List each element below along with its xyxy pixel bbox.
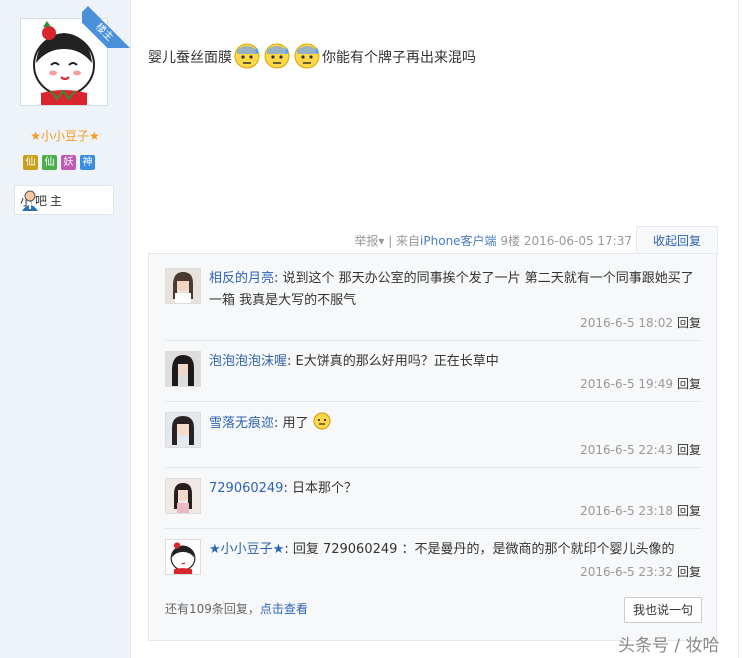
more-replies: 还有109条回复，点击查看 [165,600,308,617]
reply-author[interactable]: 雪落无痕迩 [209,416,274,431]
reply-time: 2016-6-5 23:32 [580,565,673,579]
reply-text: 说到这个 那天办公室的同事挨个发了一片 第二天就有一个同事跟她买了一箱 我真是大… [209,271,694,308]
sidebar-divider [130,0,131,658]
reply-avatar[interactable] [165,268,201,304]
reply-text: E大饼真的那么好用吗？正在长草中 [295,354,499,369]
source-link[interactable]: iPhone客户端 [420,234,497,248]
reply-item: 729060249: 日本那个？ 2016-6-5 23:18 回复 [165,478,701,524]
reply-time: 2016-6-5 22:43 [580,443,673,457]
reply-button[interactable]: 回复 [677,316,701,330]
badge-row: 仙 仙 妖 神 [23,155,95,170]
reply-button[interactable]: 回复 [677,504,701,518]
reply-time: 2016-6-5 18:02 [580,316,673,330]
more-replies-count: 还有109条回复， [165,602,260,616]
floor-number: 9楼 [500,234,521,248]
post-text-after: 你能有个牌子再出来混吗 [322,50,476,66]
badge-xian-gold[interactable]: 仙 [23,155,38,170]
op-ribbon: 楼主 [82,0,130,48]
badge-yao[interactable]: 妖 [61,155,76,170]
reply-divider [165,467,701,468]
say-something-button[interactable]: 我也说一句 [624,597,702,623]
reply-text: 日本那个？ [291,481,357,496]
badge-shen[interactable]: 神 [80,155,95,170]
reply-button[interactable]: 回复 [677,377,701,391]
reply-text: 回复 729060249 ：不是曼丹的，是微商的那个就印个婴儿头像的 [292,542,675,557]
reply-avatar[interactable] [165,478,201,514]
reply-time: 2016-6-5 19:49 [580,377,673,391]
reply-item: 泡泡泡泡沫喔: E大饼真的那么好用吗？正在长草中 2016-6-5 19:49 回… [165,351,701,397]
author-name[interactable]: ★小小豆子★ [0,127,130,144]
reply-author[interactable]: 729060249 [209,481,283,496]
post-text-before: 婴儿蚕丝面膜 [148,50,232,66]
reply-meta: 2016-6-5 18:02 回复 [580,314,701,331]
op-ribbon-label: 楼主 [82,6,130,48]
sweat-emoji-icon [232,40,262,74]
reply-text-block: 泡泡泡泡沫喔: E大饼真的那么好用吗？正在长草中 [209,354,499,369]
reply-text-block: 雪落无痕迩: 用了 [209,412,699,435]
post-meta: 举报▾ | 来自iPhone客户端 9楼 2016-06-05 17:37 [354,232,632,249]
reply-divider [165,528,701,529]
source-prefix: | 来自 [388,234,421,248]
reply-item: 相反的月亮: 说到这个 那天办公室的同事挨个发了一片 第二天就有一个同事跟她买了… [165,268,701,332]
reply-meta: 2016-6-5 19:49 回复 [580,375,701,392]
reply-text-block: ★小小豆子★: 回复 729060249 ：不是曼丹的，是微商的那个就印个婴儿头… [209,542,675,557]
collapse-replies-button[interactable]: 收起回复 [636,226,718,255]
reply-author[interactable]: 相反的月亮 [209,271,274,286]
right-border [738,0,739,658]
sweat-emoji-icon [262,40,292,74]
report-link[interactable]: 举报 [354,234,378,248]
reply-author[interactable]: ★小小豆子★ [209,542,284,557]
watermark: 头条号 / 妆哈 [618,636,720,656]
post-datetime: 2016-06-05 17:37 [523,234,632,248]
reply-text-block: 729060249: 日本那个？ [209,481,357,496]
reply-meta: 2016-6-5 23:32 回复 [580,563,701,580]
reply-avatar[interactable] [165,539,201,575]
reply-panel: 相反的月亮: 说到这个 那天办公室的同事挨个发了一片 第二天就有一个同事跟她买了… [148,253,717,641]
reply-item: 雪落无痕迩: 用了 2016-6-5 22:43 回复 [165,412,701,458]
reply-author[interactable]: 泡泡泡泡沫喔 [209,354,287,369]
reply-divider [165,340,701,341]
sweat-emoji-icon [292,40,322,74]
reply-time: 2016-6-5 23:18 [580,504,673,518]
post-content: 婴儿蚕丝面膜 你能有个牌子再出来混吗 [148,40,476,74]
reply-item: ★小小豆子★: 回复 729060249 ：不是曼丹的，是微商的那个就印个婴儿头… [165,539,701,585]
badge-xian-green[interactable]: 仙 [42,155,57,170]
reply-text: 用了 [282,416,309,431]
smile-emoji-icon [313,412,331,431]
reply-meta: 2016-6-5 22:43 回复 [580,441,701,458]
reply-meta: 2016-6-5 23:18 回复 [580,502,701,519]
reply-avatar[interactable] [165,351,201,387]
moderator-icon [20,189,105,214]
reply-button[interactable]: 回复 [677,565,701,579]
reply-button[interactable]: 回复 [677,443,701,457]
reply-avatar[interactable] [165,412,201,448]
reply-divider [165,401,701,402]
reply-text-block: 相反的月亮: 说到这个 那天办公室的同事挨个发了一片 第二天就有一个同事跟她买了… [209,271,694,308]
role-tag: 小吧主 [14,185,114,215]
view-more-link[interactable]: 点击查看 [260,602,308,616]
caret-down-icon[interactable]: ▾ [378,234,384,248]
